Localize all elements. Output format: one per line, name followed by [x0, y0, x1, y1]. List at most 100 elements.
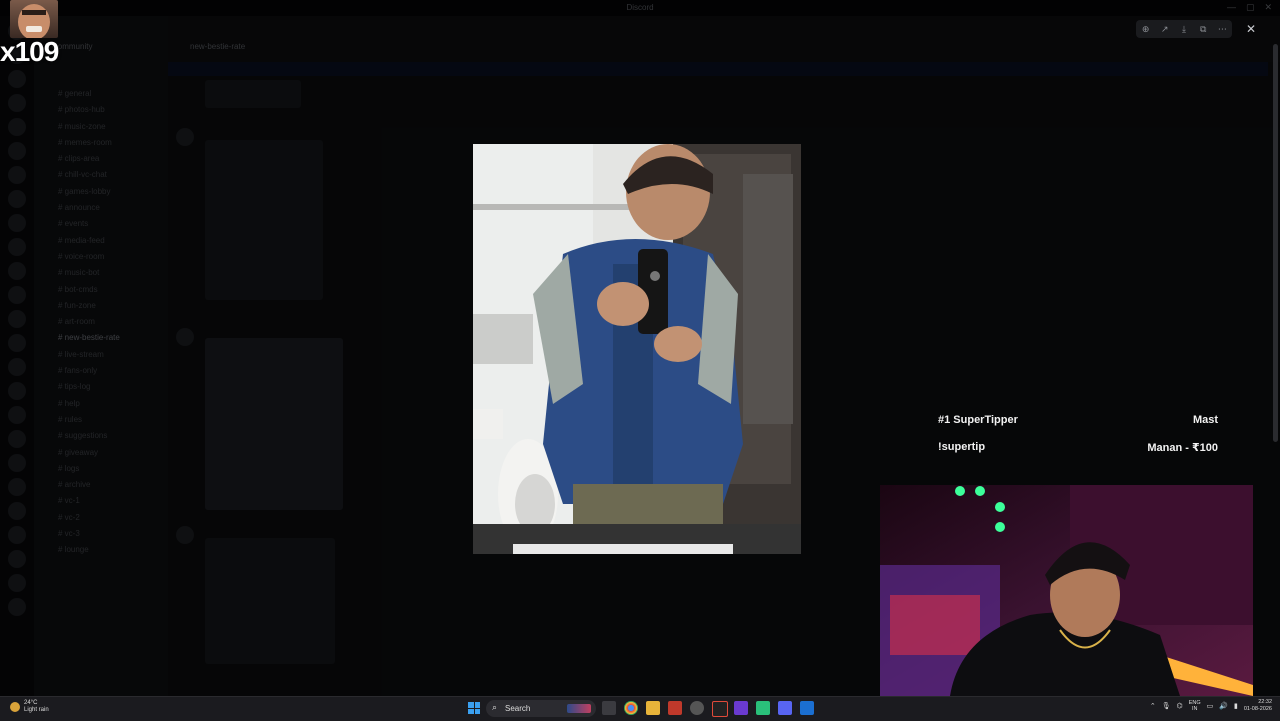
minimize-icon[interactable]: — — [1227, 2, 1236, 13]
channel-item[interactable]: # chill-vc-chat — [34, 167, 168, 183]
channel-item[interactable]: # general — [34, 86, 168, 102]
server-icon[interactable] — [8, 358, 26, 376]
channel-item[interactable]: # memes-room — [34, 135, 168, 151]
channel-item[interactable]: # help — [34, 396, 168, 412]
share-icon[interactable]: ↗ — [1158, 24, 1172, 35]
task-view-icon[interactable] — [602, 701, 616, 715]
server-icon[interactable] — [8, 334, 26, 352]
close-icon[interactable]: ✕ — [1242, 20, 1260, 38]
chrome-icon[interactable] — [624, 701, 638, 715]
channel-item[interactable]: # new-bestie-rate — [34, 330, 168, 346]
green-app-icon[interactable] — [756, 701, 770, 715]
channel-item[interactable]: # photos-hub — [34, 102, 168, 118]
weather-text: 24°C Light rain — [24, 700, 49, 714]
clock[interactable]: 22:32 01-08-2026 — [1244, 699, 1272, 713]
recorder-app-icon[interactable] — [668, 701, 682, 715]
window-close-icon[interactable]: ✕ — [1264, 2, 1272, 13]
channel-item[interactable]: # lounge — [34, 542, 168, 558]
avatar[interactable] — [176, 128, 194, 146]
server-icon[interactable] — [8, 166, 26, 184]
server-icon[interactable] — [8, 94, 26, 112]
channel-item[interactable]: # rules — [34, 412, 168, 428]
server-icon[interactable] — [8, 454, 26, 472]
taskbar-search[interactable]: ⌕ Search — [486, 700, 596, 717]
server-icon[interactable] — [8, 406, 26, 424]
search-label: Search — [505, 704, 531, 713]
lang-line2: IN — [1191, 706, 1198, 712]
language-indicator[interactable]: ENG IN — [1189, 700, 1201, 712]
network-icon[interactable]: ⌬ — [1177, 702, 1183, 710]
channel-item[interactable]: # giveaway — [34, 445, 168, 461]
external-icon[interactable]: ⧉ — [1196, 24, 1210, 35]
system-tray: ⌃ 🎙 ⌬ ENG IN ▭ 🔊 ▮ 22:32 01-08-2026 — [1150, 699, 1272, 713]
weather-icon — [10, 702, 20, 712]
avatar[interactable] — [176, 328, 194, 346]
channel-item[interactable]: # vc-3 — [34, 526, 168, 542]
discord-icon[interactable] — [778, 701, 792, 715]
channel-item[interactable]: # art-room — [34, 314, 168, 330]
channel-item[interactable]: # fans-only — [34, 363, 168, 379]
channel-item[interactable]: # live-stream — [34, 347, 168, 363]
download-icon[interactable]: ⤓ — [1177, 24, 1191, 35]
channel-item[interactable]: # vc-1 — [34, 493, 168, 509]
server-icon[interactable] — [8, 574, 26, 592]
windows-start-icon[interactable] — [468, 702, 480, 714]
server-icon[interactable] — [8, 142, 26, 160]
channel-item[interactable]: # music-zone — [34, 119, 168, 135]
server-icon[interactable] — [8, 214, 26, 232]
microphone-icon[interactable]: 🎙 — [1162, 702, 1171, 710]
server-icon[interactable] — [8, 238, 26, 256]
maximize-icon[interactable]: ▢ — [1246, 2, 1255, 13]
server-icon[interactable] — [8, 70, 26, 88]
app-arrow-icon[interactable] — [712, 701, 728, 717]
grid-app-icon[interactable] — [734, 701, 748, 715]
channel-item[interactable]: # games-lobby — [34, 184, 168, 200]
channel-item[interactable]: # fun-zone — [34, 298, 168, 314]
chevron-up-icon[interactable]: ⌃ — [1150, 702, 1156, 710]
speaker-icon[interactable]: 🔊 — [1219, 702, 1228, 710]
zoom-in-icon[interactable]: ⊕ — [1139, 24, 1153, 35]
more-icon[interactable]: ⋯ — [1215, 24, 1229, 35]
channel-item[interactable]: # archive — [34, 477, 168, 493]
message-image[interactable] — [205, 80, 301, 108]
server-icon[interactable] — [8, 430, 26, 448]
telegram-icon[interactable] — [800, 701, 814, 715]
channel-item[interactable]: # tips-log — [34, 379, 168, 395]
server-icon[interactable] — [8, 286, 26, 304]
message-image[interactable] — [205, 538, 335, 664]
mirror-selfie-photo — [473, 144, 801, 554]
channel-item[interactable]: # announce — [34, 200, 168, 216]
channel-item[interactable]: # media-feed — [34, 233, 168, 249]
server-icon[interactable] — [8, 550, 26, 568]
display-icon[interactable]: ▭ — [1207, 702, 1214, 710]
channel-item[interactable]: # suggestions — [34, 428, 168, 444]
server-icon[interactable] — [8, 382, 26, 400]
file-explorer-icon[interactable] — [646, 701, 660, 715]
server-icon[interactable] — [8, 478, 26, 496]
webcam-scene — [880, 485, 1253, 696]
server-icon[interactable] — [8, 502, 26, 520]
weather-widget[interactable]: 24°C Light rain — [10, 700, 49, 714]
server-icon[interactable] — [8, 190, 26, 208]
server-icon[interactable] — [8, 262, 26, 280]
channel-item[interactable]: # music-bot — [34, 265, 168, 281]
channel-item[interactable]: # voice-room — [34, 249, 168, 265]
avatar[interactable] — [176, 526, 194, 544]
message-image[interactable] — [205, 140, 323, 300]
message-image[interactable] — [205, 338, 343, 510]
obs-icon[interactable] — [690, 701, 704, 715]
server-icon[interactable] — [8, 598, 26, 616]
battery-icon[interactable]: ▮ — [1234, 702, 1238, 710]
server-icon[interactable] — [8, 118, 26, 136]
channel-item[interactable]: # clips-area — [34, 151, 168, 167]
viewed-image[interactable] — [473, 144, 801, 554]
channel-item[interactable]: # vc-2 — [34, 510, 168, 526]
server-icon[interactable] — [8, 526, 26, 544]
channel-item[interactable]: # logs — [34, 461, 168, 477]
channel-header: new-bestie-rate — [168, 16, 1280, 62]
server-icon[interactable] — [8, 310, 26, 328]
channel-item[interactable]: # events — [34, 216, 168, 232]
channel-item[interactable]: # bot-cmds — [34, 282, 168, 298]
scrollbar[interactable] — [1273, 44, 1278, 442]
tipper-value: Manan - ₹100 — [1147, 442, 1218, 454]
